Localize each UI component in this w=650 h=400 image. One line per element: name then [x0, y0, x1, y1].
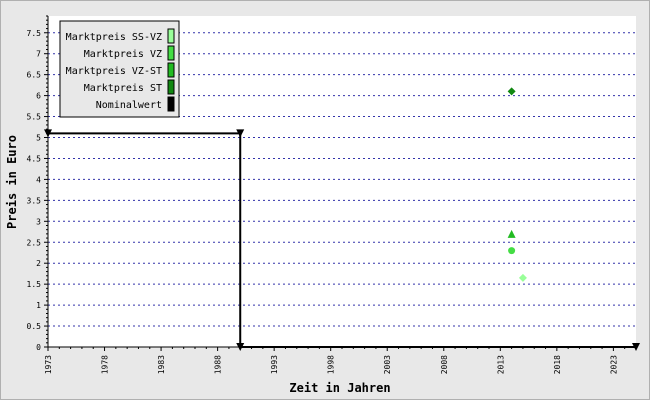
chart-svg: 0 0.5 1 1.5 2 2.5 3 3.5 4 4.5 5 5.5 6 6.5 7 7.5 1973 1978… [5, 15, 640, 395]
y-tick-label: 1.5 [27, 280, 42, 289]
x-tick-label: 2013 [496, 355, 505, 374]
legend-label: Marktpreis SS-VZ [66, 32, 162, 43]
legend-swatch [167, 62, 175, 78]
y-tick-label: 2 [36, 259, 41, 268]
x-tick-label: 1998 [327, 355, 336, 374]
y-tick-label: 4.5 [27, 154, 42, 163]
legend-label: Marktpreis VZ-ST [66, 66, 162, 77]
x-tick-label: 1978 [101, 355, 110, 374]
y-tick-label: 3 [36, 217, 41, 226]
y-tick-label: 1 [36, 301, 41, 310]
x-tick-label: 2003 [383, 355, 392, 374]
y-tick-label: 5.5 [27, 113, 42, 122]
legend-label: Marktpreis VZ [84, 49, 162, 60]
legend-swatch [167, 96, 175, 112]
y-tick-label: 5 [36, 134, 41, 143]
x-tick-label: 2018 [553, 355, 562, 374]
legend-label: Marktpreis ST [84, 83, 162, 94]
legend-swatch [167, 45, 175, 61]
y-tick-label: 3.5 [27, 196, 42, 205]
legend-swatch [167, 28, 175, 44]
legend-swatch [167, 79, 175, 95]
x-tick-label: 1993 [270, 355, 279, 374]
y-tick-label: 7 [36, 50, 41, 59]
x-tick-label: 1988 [214, 355, 223, 374]
x-axis-title: Zeit in Jahren [289, 381, 390, 395]
x-tick-label: 2008 [440, 355, 449, 374]
x-tick-label: 1973 [44, 355, 53, 374]
y-tick-label: 6.5 [27, 71, 42, 80]
y-tick-label: 0 [36, 343, 41, 352]
y-tick-label: 0.5 [27, 322, 42, 331]
y-tick-label: 7.5 [27, 29, 42, 38]
x-tick-label: 1983 [157, 355, 166, 374]
legend: Marktpreis SS-VZ Marktpreis VZ Marktpreis … [59, 20, 180, 118]
data-point [508, 247, 516, 255]
y-tick-label: 6 [36, 92, 41, 101]
y-tick-label: 4 [36, 175, 41, 184]
y-tick-label: 2.5 [27, 238, 42, 247]
y-axis-title: Preis in Euro [5, 135, 19, 229]
legend-label: Nominalwert [96, 100, 162, 111]
x-tick-label: 2023 [609, 355, 618, 374]
